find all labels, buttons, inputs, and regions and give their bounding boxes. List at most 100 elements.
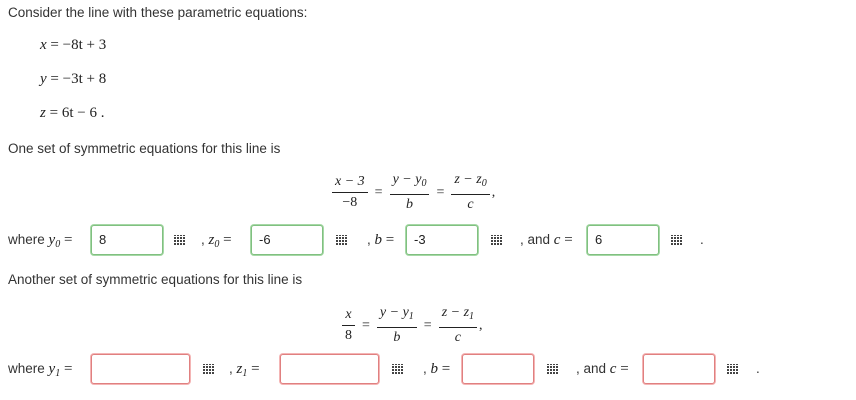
b-input[interactable]: -3: [406, 225, 478, 255]
where-label: where y0 =: [8, 232, 72, 250]
numerator-subscript: 1: [469, 311, 475, 322]
param-eq-y: y = −3t + 8: [40, 71, 106, 88]
fraction-numerator: x − 3: [332, 174, 368, 193]
equals-sign: =: [374, 184, 383, 200]
numerator-text: z − z: [441, 305, 470, 320]
param-z-lhs: z: [40, 105, 46, 121]
fraction-x: x − 3 −8: [332, 174, 368, 211]
row-end-period: .: [756, 361, 760, 376]
equals-sign: =: [63, 361, 73, 377]
param-y-lhs: y: [40, 71, 47, 87]
numerator-text: y − y: [392, 172, 422, 187]
b-label: , b =: [423, 361, 450, 378]
b-label-text: b: [374, 232, 383, 248]
param-x-lhs: x: [40, 37, 47, 53]
symmetric-equation-1: x − 3 −8 = y − y0 b = z − z0 c ,: [332, 172, 495, 213]
where-label: where y1 =: [8, 361, 72, 379]
keyboard-icon[interactable]: [391, 363, 405, 375]
z1-label: , z1 =: [229, 361, 260, 379]
where-text: where: [8, 232, 45, 247]
c-label: , and c =: [576, 361, 629, 378]
equals-sign: =: [385, 232, 395, 248]
equals-sign: =: [362, 317, 370, 333]
comma: ,: [201, 232, 205, 247]
fraction-z: z − z1 c: [438, 305, 478, 346]
y0-subscript: 0: [55, 239, 61, 250]
equals-sign: =: [620, 361, 629, 377]
b-label: , b =: [367, 232, 394, 249]
fraction-denominator: −8: [342, 195, 358, 210]
keyboard-icon[interactable]: [335, 234, 349, 246]
c-input-2[interactable]: [643, 354, 715, 384]
param-y-rhs: −3t + 8: [62, 71, 107, 87]
c-label-text: c: [609, 361, 617, 377]
keyboard-icon[interactable]: [726, 363, 740, 375]
fraction-numerator: z − z0: [451, 172, 490, 195]
fraction-denominator: 8: [345, 328, 352, 343]
z1-input[interactable]: [280, 354, 379, 384]
y1-subscript: 1: [55, 368, 61, 379]
equals-sign: =: [50, 37, 59, 53]
param-eq-z: z = 6t − 6 .: [40, 105, 104, 122]
numerator-subscript: 1: [408, 311, 414, 322]
part1-heading: One set of symmetric equations for this …: [8, 141, 281, 156]
numerator-subscript: 0: [481, 178, 487, 189]
equals-sign: =: [223, 232, 232, 248]
fraction-denominator: b: [393, 330, 401, 345]
fraction-numerator: x: [342, 307, 355, 326]
z0-input[interactable]: -6: [251, 225, 323, 255]
comma: ,: [367, 232, 371, 247]
equals-sign: =: [63, 232, 73, 248]
where-text: where: [8, 361, 45, 376]
row-end-period: .: [700, 232, 704, 247]
y0-input[interactable]: 8: [91, 225, 163, 255]
equals-sign: =: [436, 184, 445, 200]
fraction-y: y − y0 b: [389, 172, 430, 213]
keyboard-icon[interactable]: [490, 234, 504, 246]
keyboard-icon[interactable]: [173, 234, 187, 246]
param-z-end: .: [100, 105, 105, 121]
keyboard-icon[interactable]: [546, 363, 560, 375]
param-eq-x: x = −8t + 3: [40, 37, 106, 54]
trailing-comma: ,: [491, 184, 496, 200]
keyboard-icon[interactable]: [202, 363, 216, 375]
trailing-comma: ,: [479, 317, 483, 333]
intro-text: Consider the line with these parametric …: [8, 5, 308, 20]
part2-heading: Another set of symmetric equations for t…: [8, 272, 303, 287]
param-z-rhs: 6t − 6: [61, 105, 97, 121]
comma: ,: [423, 361, 427, 376]
keyboard-icon[interactable]: [670, 234, 684, 246]
equals-sign: =: [50, 71, 59, 87]
equals-sign: =: [441, 361, 451, 377]
b-label-text: b: [430, 361, 439, 377]
fraction-numerator: y − y1: [376, 305, 417, 328]
symmetric-equation-2: x 8 = y − y1 b = z − z1 c ,: [342, 305, 483, 346]
c-label: , and c =: [520, 232, 573, 249]
fraction-numerator: y − y0: [389, 172, 430, 195]
equals-sign: =: [564, 232, 573, 248]
fraction-denominator: c: [467, 197, 474, 212]
c-input[interactable]: 6: [587, 225, 659, 255]
fraction-denominator: b: [406, 197, 414, 212]
equals-sign: =: [251, 361, 260, 377]
fraction-numerator: z − z1: [438, 305, 478, 328]
numerator-text: z − z: [454, 172, 482, 187]
fraction-y: y − y1 b: [376, 305, 417, 346]
z0-label: , z0 =: [201, 232, 232, 250]
and-text: , and: [520, 232, 551, 247]
c-label-text: c: [553, 232, 561, 248]
equals-sign: =: [49, 105, 59, 121]
y1-input[interactable]: [91, 354, 190, 384]
numerator-subscript: 0: [421, 178, 427, 189]
fraction-x: x 8: [342, 307, 355, 344]
param-x-rhs: −8t + 3: [62, 37, 107, 53]
fraction-denominator: c: [454, 330, 461, 345]
fraction-z: z − z0 c: [451, 172, 490, 213]
z0-subscript: 0: [214, 239, 220, 250]
numerator-text: y − y: [379, 305, 409, 320]
b-input-2[interactable]: [462, 354, 534, 384]
equals-sign: =: [423, 317, 432, 333]
and-text: , and: [576, 361, 607, 376]
comma: ,: [229, 361, 233, 376]
z1-subscript: 1: [242, 368, 248, 379]
